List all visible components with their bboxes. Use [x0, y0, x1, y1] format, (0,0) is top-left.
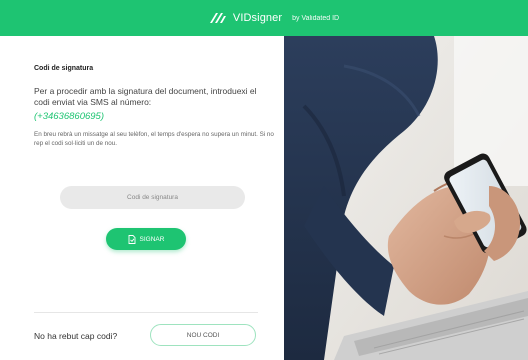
signature-code-input[interactable]: [60, 186, 245, 209]
brand-name: VIDsigner: [232, 12, 283, 24]
sign-button-label: SIGNAR: [139, 235, 165, 243]
top-bar: VIDsigner by Validated ID: [0, 0, 528, 36]
intro-text: Per a procedir amb la signatura del docu…: [34, 86, 257, 107]
new-code-button[interactable]: NOU CODI: [150, 324, 256, 346]
hero-photo: [284, 36, 528, 360]
sign-document-icon: [128, 234, 135, 244]
brand-byline: by Validated ID: [292, 14, 340, 22]
sms-note: En breu rebrà un missatge al seu telèfon…: [34, 131, 274, 147]
sign-button[interactable]: SIGNAR: [106, 228, 186, 250]
page-title: Codi de signatura: [34, 65, 94, 72]
person-holding-phone-illustration: [284, 36, 528, 360]
vidsigner-logo-icon: [209, 13, 226, 23]
no-code-label: No ha rebut cap codi?: [34, 331, 118, 341]
signature-code-panel: Codi de signatura Per a procedir amb la …: [0, 36, 284, 360]
phone-number: (+34636860695): [34, 111, 104, 122]
divider: [34, 312, 258, 313]
brand: VIDsigner by Validated ID: [209, 11, 339, 25]
